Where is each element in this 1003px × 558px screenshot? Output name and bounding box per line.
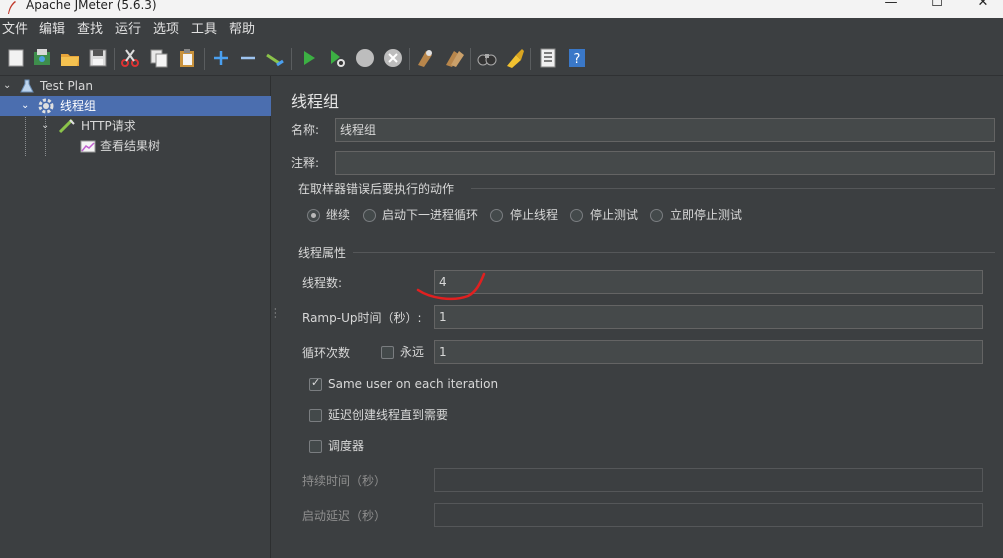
split-pane-divider[interactable]: · · · [271, 76, 281, 558]
expand-icon[interactable] [210, 47, 232, 69]
startup-delay-input[interactable] [434, 503, 983, 527]
rampup-label: Ramp-Up时间（秒）: [302, 311, 422, 325]
threads-input[interactable]: 4 [434, 270, 983, 294]
copy-icon[interactable] [148, 47, 170, 69]
page-title: 线程组 [291, 92, 340, 111]
paste-icon[interactable] [176, 47, 198, 69]
same-user-label: Same user on each iteration [328, 377, 499, 391]
comment-label: 注释: [291, 156, 320, 170]
toolbar: ? [0, 42, 1003, 76]
chevron-down-icon[interactable]: ⌄ [21, 96, 29, 116]
delay-thread-creation-checkbox[interactable] [309, 409, 322, 422]
tree-item-label: Test Plan [40, 79, 93, 93]
radio-stop-thread[interactable] [490, 209, 503, 222]
scheduler-label: 调度器 [328, 439, 365, 453]
group-divider [353, 252, 995, 253]
group-divider [471, 188, 995, 189]
toolbar-separator [291, 48, 292, 70]
menu-file[interactable]: 文件 [2, 22, 28, 38]
tree-item-view-results-tree[interactable]: 查看结果树 [0, 136, 271, 156]
radio-stop-test-now-label: 立即停止测试 [670, 208, 743, 222]
window-title: Apache JMeter (5.6.3) [26, 0, 157, 12]
loop-count-label: 循环次数 [302, 346, 351, 360]
title-bar: Apache JMeter (5.6.3) — ☐ ✕ [0, 0, 1003, 18]
open-icon[interactable] [59, 47, 81, 69]
radio-stop-test-now[interactable] [650, 209, 663, 222]
rampup-input[interactable]: 1 [434, 305, 983, 329]
forever-checkbox[interactable] [381, 346, 394, 359]
chevron-down-icon[interactable]: ⌄ [41, 116, 49, 136]
maximize-button[interactable]: ☐ [914, 0, 960, 12]
menu-help[interactable]: 帮助 [229, 22, 255, 38]
radio-stop-thread-label: 停止线程 [510, 208, 559, 222]
start-no-pause-icon[interactable] [326, 47, 348, 69]
tree-item-label: HTTP请求 [81, 119, 136, 133]
chart-icon [80, 140, 96, 153]
jmeter-feather-icon [8, 1, 16, 14]
radio-continue[interactable] [307, 209, 320, 222]
function-helper-icon[interactable] [537, 47, 559, 69]
test-plan-tree: ⌄ Test Plan ⌄ 线程组 ⌄ HTTP请求 查看结果树 [0, 76, 271, 558]
shutdown-icon[interactable] [382, 47, 404, 69]
same-user-checkbox[interactable] [309, 376, 322, 391]
thread-properties-group-title: 线程属性 [298, 246, 347, 260]
menu-bar: 文件 编辑 查找 运行 选项 工具 帮助 [0, 18, 1003, 42]
tree-item-http-request[interactable]: ⌄ HTTP请求 [0, 116, 271, 136]
loop-count-input[interactable]: 1 [434, 340, 983, 364]
radio-stop-test[interactable] [570, 209, 583, 222]
new-icon[interactable] [5, 47, 27, 69]
tree-item-label: 查看结果树 [100, 139, 161, 153]
duration-label: 持续时间（秒） [302, 474, 387, 488]
threads-label: 线程数: [302, 276, 343, 290]
tree-item-label: 线程组 [60, 99, 97, 113]
close-button[interactable]: ✕ [960, 0, 1003, 12]
help-icon[interactable]: ? [566, 47, 588, 69]
minimize-button[interactable]: — [868, 0, 914, 12]
start-icon[interactable] [298, 47, 320, 69]
menu-search[interactable]: 查找 [77, 22, 103, 38]
red-underline-annotation [416, 272, 486, 301]
search-icon[interactable] [476, 47, 498, 69]
tree-item-thread-group[interactable]: ⌄ 线程组 [0, 96, 271, 116]
radio-stop-test-label: 停止测试 [590, 208, 639, 222]
error-action-group-title: 在取样器错误后要执行的动作 [298, 182, 455, 196]
toolbar-separator [530, 48, 531, 70]
duration-input[interactable] [434, 468, 983, 492]
thread-group-panel: 线程组 名称: 线程组 注释: 在取样器错误后要执行的动作 继续 启动下一进程循… [281, 76, 1003, 558]
startup-delay-label: 启动延迟（秒） [302, 509, 387, 523]
chevron-down-icon[interactable]: ⌄ [3, 76, 11, 96]
gear-icon [38, 98, 54, 114]
radio-continue-label: 继续 [326, 208, 351, 222]
cut-icon[interactable] [119, 47, 141, 69]
scheduler-checkbox[interactable] [309, 440, 322, 453]
name-label: 名称: [291, 123, 320, 137]
pipette-icon [58, 118, 75, 134]
menu-run[interactable]: 运行 [115, 22, 141, 38]
save-icon[interactable] [87, 47, 109, 69]
templates-icon[interactable] [31, 47, 53, 69]
name-input[interactable]: 线程组 [335, 118, 995, 142]
flask-icon [20, 79, 34, 93]
menu-options[interactable]: 选项 [153, 22, 179, 38]
radio-start-next-loop-label: 启动下一进程循环 [382, 208, 479, 222]
toolbar-separator [409, 48, 410, 70]
toggle-icon[interactable] [263, 47, 285, 69]
svg-text:?: ? [574, 52, 581, 67]
menu-tools[interactable]: 工具 [191, 22, 217, 38]
toolbar-separator [114, 48, 115, 70]
toolbar-separator [204, 48, 205, 70]
delay-thread-creation-label: 延迟创建线程直到需要 [328, 408, 449, 422]
comment-input[interactable] [335, 151, 995, 175]
clear-all-icon[interactable] [443, 47, 465, 69]
stop-icon[interactable] [354, 47, 376, 69]
drag-handle-icon[interactable]: · · · [274, 306, 278, 322]
reset-search-icon[interactable] [504, 47, 526, 69]
toolbar-separator [470, 48, 471, 70]
forever-label: 永远 [400, 345, 425, 359]
collapse-icon[interactable] [237, 47, 259, 69]
clear-icon[interactable] [414, 47, 436, 69]
tree-item-test-plan[interactable]: ⌄ Test Plan [0, 76, 271, 96]
menu-edit[interactable]: 编辑 [39, 22, 65, 38]
radio-start-next-loop[interactable] [363, 209, 376, 222]
